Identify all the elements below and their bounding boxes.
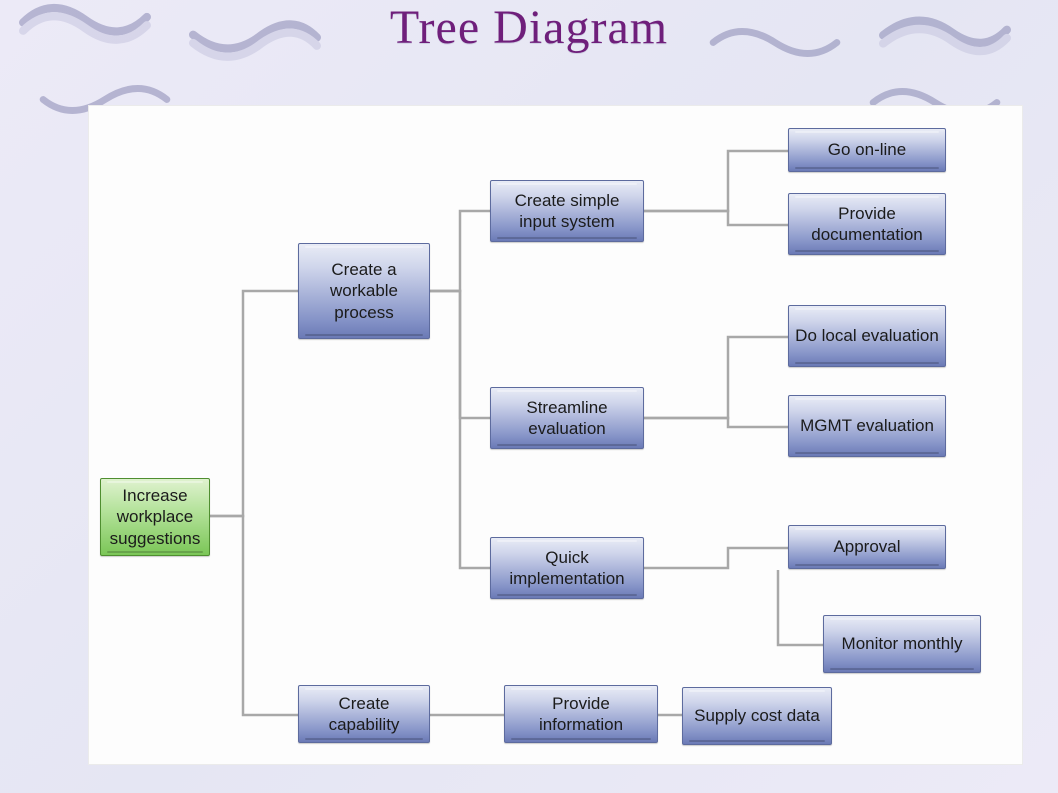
node-supply-cost-data: Supply cost data — [682, 687, 832, 745]
page-title: Tree Diagram — [0, 0, 1058, 55]
node-create-capability: Create capability — [298, 685, 430, 743]
node-streamline-evaluation: Streamline evaluation — [490, 387, 644, 449]
node-provide-information: Provide information — [504, 685, 658, 743]
node-approval: Approval — [788, 525, 946, 569]
node-quick-implementation: Quick implementation — [490, 537, 644, 599]
node-mgmt-evaluation: MGMT evaluation — [788, 395, 946, 457]
node-root: Increase workplace suggestions — [100, 478, 210, 556]
node-workable-process: Create a workable process — [298, 243, 430, 339]
node-go-online: Go on-line — [788, 128, 946, 172]
node-monitor-monthly: Monitor monthly — [823, 615, 981, 673]
node-provide-documentation: Provide documentation — [788, 193, 946, 255]
diagram-canvas: Increase workplace suggestions Create a … — [88, 105, 1023, 765]
node-simple-input: Create simple input system — [490, 180, 644, 242]
node-local-evaluation: Do local evaluation — [788, 305, 946, 367]
